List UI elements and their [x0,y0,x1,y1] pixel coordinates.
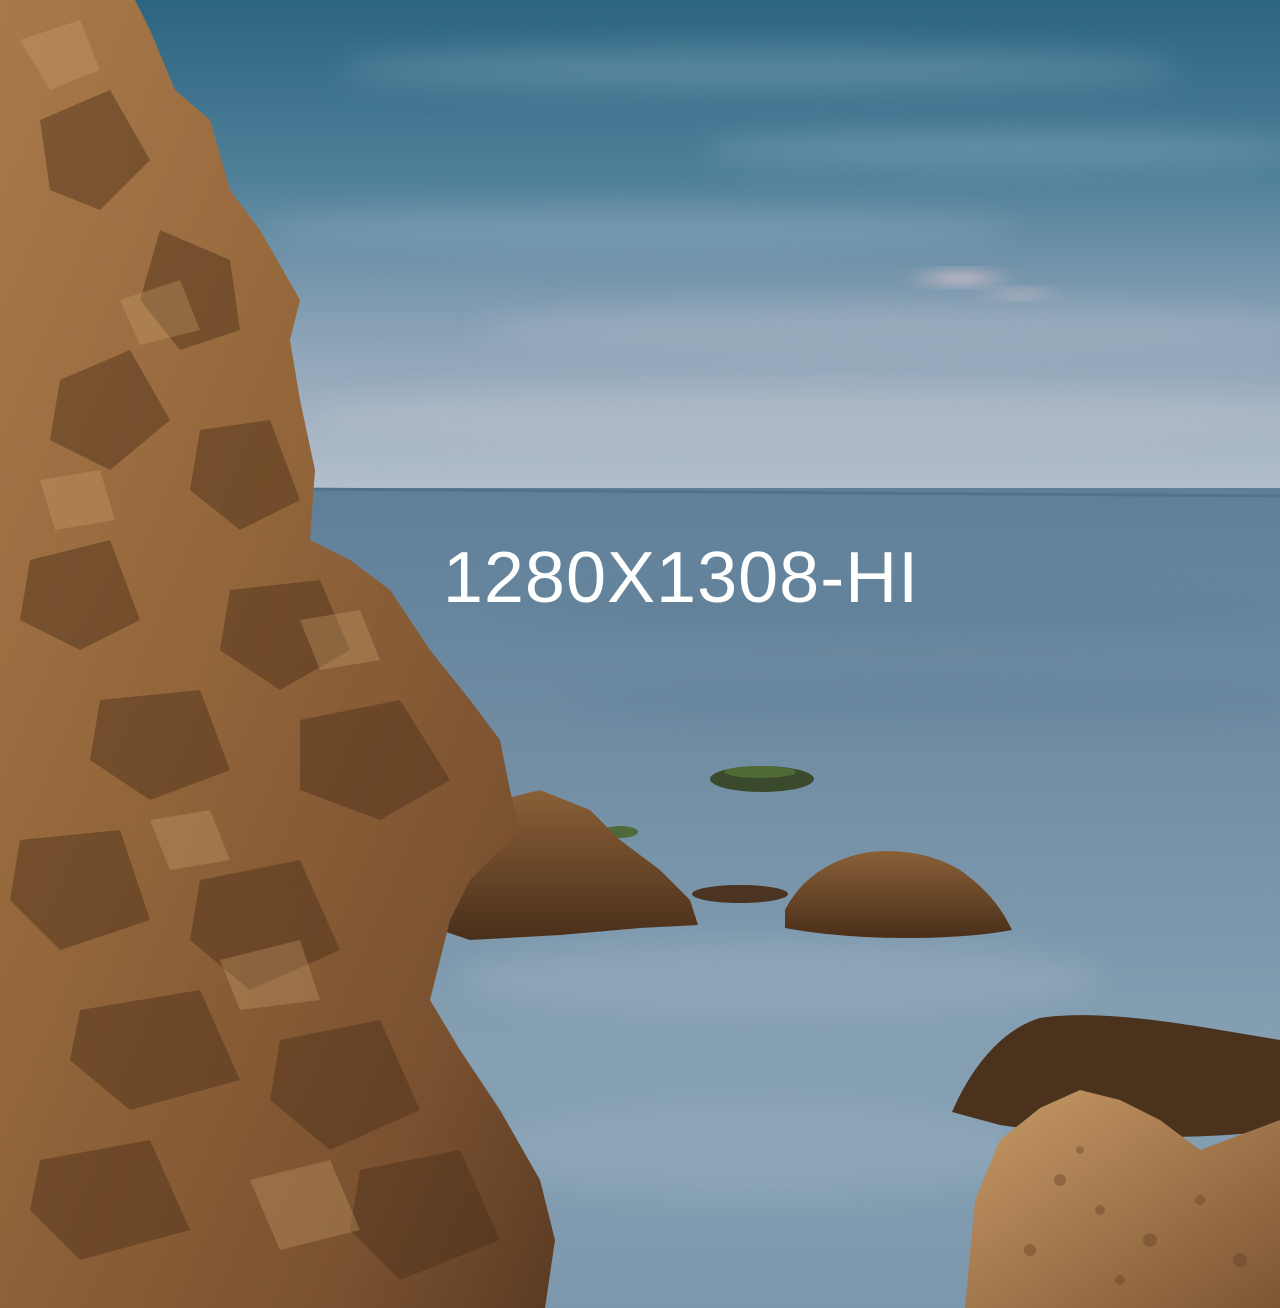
sunset-glow [900,268,1020,288]
small-rock [692,885,788,903]
photo-scene: 1280X1308-HI [0,0,1280,1308]
coastal-photo [0,0,1280,1308]
